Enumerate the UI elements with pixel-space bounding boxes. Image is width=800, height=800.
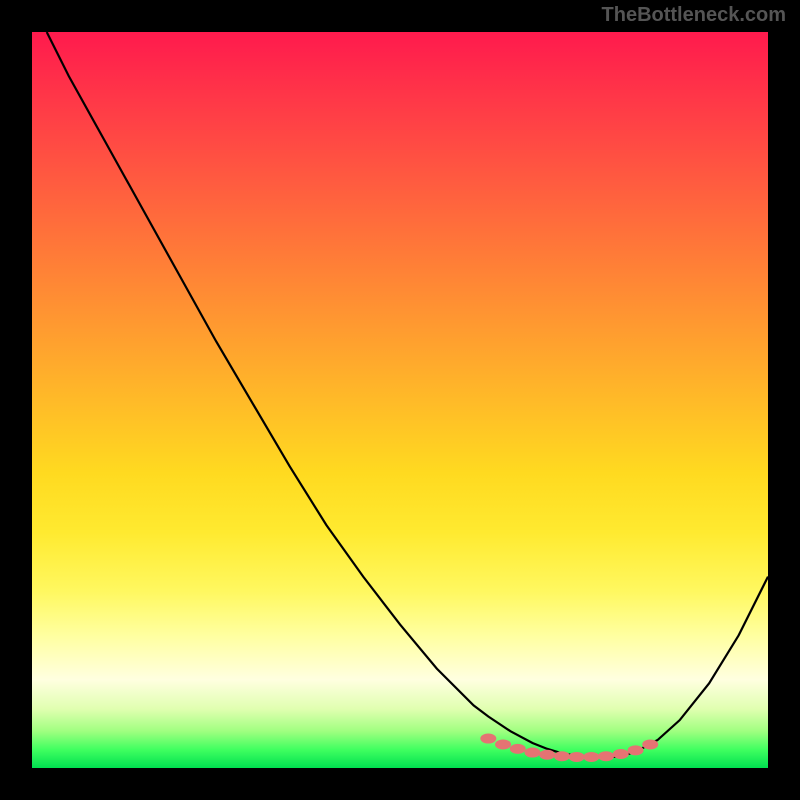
- optimal-point: [583, 752, 599, 762]
- watermark-text: TheBottleneck.com: [602, 4, 786, 27]
- optimal-point: [480, 734, 496, 744]
- optimal-point: [569, 752, 585, 762]
- optimal-point: [524, 748, 540, 758]
- optimal-point: [554, 751, 570, 761]
- optimal-point: [510, 744, 526, 754]
- optimal-point: [628, 745, 644, 755]
- optimal-range-dots: [32, 32, 768, 768]
- optimal-point: [539, 750, 555, 760]
- optimal-point: [613, 749, 629, 759]
- bottleneck-curve: [32, 32, 768, 768]
- chart-plot-area: [32, 32, 768, 768]
- optimal-point: [495, 739, 511, 749]
- optimal-point: [598, 751, 614, 761]
- optimal-point: [642, 739, 658, 749]
